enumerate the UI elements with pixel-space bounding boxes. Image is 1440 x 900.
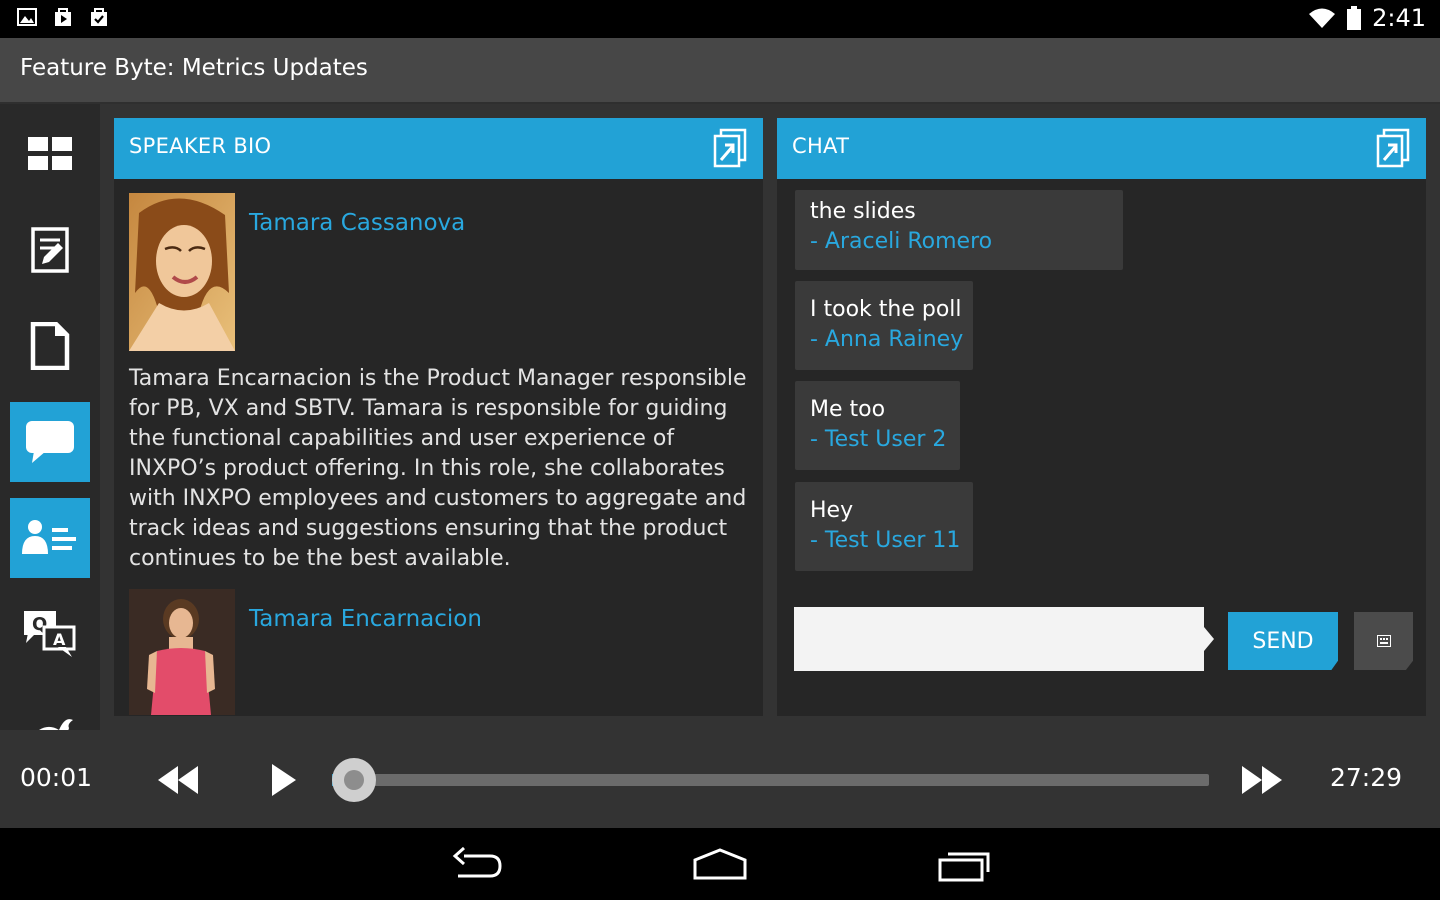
main-content: Q A SPEAKER BIO Tamara Cassanova Tamara …: [0, 104, 1440, 730]
popout-icon[interactable]: [713, 128, 747, 168]
chat-input-notch: [1204, 627, 1214, 651]
speaker-bio-text: Tamara Encarnacion is the Product Manage…: [129, 366, 747, 571]
chat-message-text: the slides: [810, 199, 916, 224]
chat-message-author: - Test User 2: [810, 427, 947, 452]
profile-card-icon: [22, 520, 76, 554]
home-icon[interactable]: [692, 846, 748, 882]
chat-panel: CHAT the slides - Araceli Romero I took …: [777, 118, 1426, 716]
rewind-icon[interactable]: [158, 766, 198, 794]
recent-apps-icon[interactable]: [938, 846, 992, 882]
app-bar: Feature Byte: Metrics Updates: [0, 38, 1440, 104]
back-icon[interactable]: [452, 846, 504, 882]
chat-input[interactable]: [794, 607, 1204, 671]
sidebar-item-chat[interactable]: [10, 402, 90, 482]
chat-header: CHAT: [777, 118, 1426, 179]
play-icon[interactable]: [270, 764, 296, 796]
status-bar: 2:41: [0, 0, 1440, 38]
sidebar-item-notes[interactable]: [10, 210, 90, 290]
play-store-icon: [55, 8, 71, 26]
speaker-name-link[interactable]: Tamara Cassanova: [249, 210, 465, 236]
chat-message-author: - Anna Rainey: [810, 327, 964, 352]
speaker-name-link[interactable]: Tamara Encarnacion: [249, 606, 482, 632]
chat-message-text: I took the poll: [810, 297, 962, 322]
page-title: Feature Byte: Metrics Updates: [20, 55, 368, 81]
chat-message-author: - Test User 11: [810, 528, 961, 553]
sidebar-item-speaker-bio[interactable]: [10, 498, 90, 578]
keyboard-icon: [1376, 635, 1391, 647]
speaker-bio-panel: SPEAKER BIO Tamara Cassanova Tamara Enca…: [114, 118, 763, 716]
chat-message: the slides - Araceli Romero: [795, 190, 1123, 270]
grid-icon: [28, 137, 72, 170]
seek-bar[interactable]: [332, 774, 1209, 786]
bird-icon: [39, 719, 73, 730]
chat-message-text: Me too: [810, 397, 886, 422]
system-icons: 2:41: [1308, 4, 1426, 32]
notification-icons: [16, 6, 110, 28]
speaker-bio-title: SPEAKER BIO: [129, 134, 272, 158]
clock: 2:41: [1372, 4, 1426, 32]
chat-message: Hey - Test User 11: [795, 482, 973, 571]
sidebar-item-twitter[interactable]: [10, 690, 90, 730]
sidebar-item-qa[interactable]: Q A: [10, 594, 90, 674]
sidebar: Q A: [0, 104, 100, 730]
popout-icon[interactable]: [1376, 128, 1410, 168]
sidebar-item-dashboard[interactable]: [10, 114, 90, 194]
chat-message-text: Hey: [810, 498, 854, 523]
shopping-bag-icon: [91, 8, 107, 26]
speaker-photo: [129, 589, 235, 715]
document-icon: [30, 322, 70, 370]
media-player: 00:01 27:29: [0, 730, 1440, 828]
gallery-icon: [17, 8, 37, 26]
speaker-bio-header: SPEAKER BIO: [114, 118, 763, 179]
send-button[interactable]: SEND: [1228, 612, 1338, 670]
qa-icon: Q A: [24, 611, 76, 657]
current-time: 00:01: [20, 763, 93, 792]
system-nav-bar: [0, 828, 1440, 900]
battery-icon: [1347, 6, 1362, 30]
chat-input-wrap: [794, 607, 1214, 671]
chat-bubble-icon: [26, 421, 74, 463]
wifi-icon: [1309, 8, 1336, 28]
sidebar-item-documents[interactable]: [10, 306, 90, 386]
duration: 27:29: [1330, 763, 1403, 792]
fast-forward-icon[interactable]: [1242, 766, 1282, 794]
emoticon-button[interactable]: [1354, 612, 1413, 670]
chat-message: I took the poll - Anna Rainey: [795, 281, 973, 370]
chat-message: Me too - Test User 2: [795, 381, 960, 470]
seek-thumb[interactable]: [332, 758, 376, 802]
speaker-photo: [129, 193, 235, 351]
chat-message-author: - Araceli Romero: [810, 229, 993, 254]
svg-text:A: A: [53, 630, 66, 649]
chat-title: CHAT: [792, 134, 850, 158]
notepad-icon: [31, 227, 69, 273]
